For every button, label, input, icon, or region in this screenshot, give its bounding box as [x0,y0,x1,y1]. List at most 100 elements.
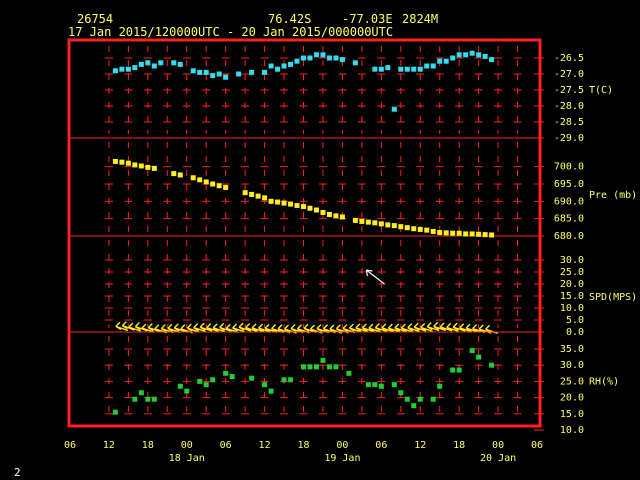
x-tick-label: 18 [453,440,465,451]
data-point [119,159,125,165]
data-point [294,202,300,208]
wind-vector [128,322,142,332]
data-point [333,55,339,61]
data-point [378,221,384,227]
data-point [262,195,268,201]
data-point [476,52,482,58]
data-point [307,55,313,61]
data-point [125,66,131,72]
data-point [489,362,495,368]
data-point [456,52,462,58]
frame-number: 2 [14,466,21,479]
data-point [210,377,216,383]
data-point [437,230,443,236]
data-point [190,68,196,74]
data-point [424,63,430,69]
y-tick-label: -28.5 [554,117,584,128]
time-period: 17 Jan 2015/120000UTC - 20 Jan 2015/0000… [68,25,393,39]
data-point [320,209,326,215]
date-label: 18 Jan [169,453,205,464]
y-tick-label: 680.0 [554,231,584,242]
data-point [216,71,222,77]
data-point [450,230,456,236]
panel-label: T(C) [589,85,613,96]
data-point [333,213,339,219]
data-point [320,357,326,363]
data-point [443,230,449,236]
data-point [463,231,469,237]
data-point [372,220,378,226]
y-tick-label: 35.0 [560,344,584,355]
x-tick-label: 06 [375,440,387,451]
y-tick-label: 30.0 [560,255,584,266]
y-tick-label: 20.0 [560,393,584,404]
data-point [288,377,294,383]
data-point [443,58,449,64]
y-tick-label: -27.0 [554,69,584,80]
data-point [430,63,436,69]
data-point [145,396,151,402]
data-point [391,106,397,112]
data-point [437,383,443,389]
data-point [288,201,294,207]
data-point [210,181,216,187]
x-tick-label: 06 [64,440,76,451]
data-point [326,55,332,61]
data-point [197,177,203,183]
data-point [326,364,332,370]
x-tick-label: 12 [414,440,426,451]
data-point [411,226,417,232]
data-point [430,396,436,402]
y-tick-label: 685.0 [554,214,584,225]
data-point [313,364,319,370]
data-point [346,370,352,376]
data-point [469,50,475,56]
data-point [469,348,475,354]
data-point [352,60,358,66]
data-point [404,66,410,72]
data-point [352,217,358,223]
station-elev: 2824M [402,12,438,26]
data-point [385,222,391,228]
data-point [203,179,209,185]
data-point [112,158,118,164]
y-tick-label: 20.0 [560,279,584,290]
x-tick-label: 06 [531,440,543,451]
data-point [138,390,144,396]
y-tick-label: 25.0 [560,267,584,278]
data-point [469,231,475,237]
data-point [482,53,488,59]
data-point [313,207,319,213]
data-point [313,52,319,58]
data-point [456,367,462,373]
data-point [489,232,495,238]
data-point [365,219,371,225]
x-tick-label: 06 [220,440,232,451]
data-point [112,409,118,415]
data-point [249,191,255,197]
y-tick-label: -29.0 [554,133,584,144]
station-lat: 76.42S [268,12,311,26]
date-label: 20 Jan [480,453,516,464]
data-point [424,227,430,233]
x-tick-label: 18 [297,440,309,451]
y-tick-label: 700.0 [554,162,584,173]
x-tick-label: 00 [181,440,193,451]
data-point [301,55,306,61]
data-point [411,66,417,72]
data-point [398,224,404,230]
data-point [132,396,138,402]
data-point [391,223,397,229]
data-point [288,61,294,67]
data-point [391,382,397,388]
data-point [190,175,196,181]
y-tick-label: 10.0 [560,425,584,436]
data-point [177,172,183,178]
data-point [365,382,371,388]
station-lon: -77.03E [342,12,393,26]
data-point [255,193,261,199]
y-tick-label: 5.0 [566,315,584,326]
data-point [301,364,306,370]
data-point [404,396,410,402]
data-point [372,382,378,388]
